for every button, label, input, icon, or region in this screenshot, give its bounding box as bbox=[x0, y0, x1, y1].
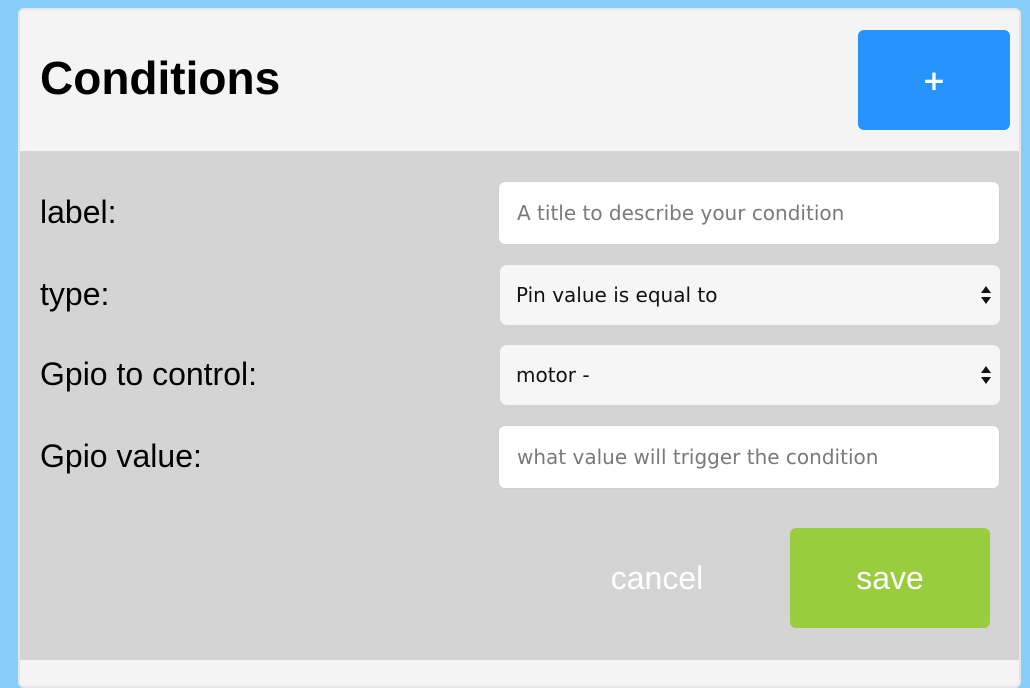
condition-form: label: type: Pin value is equal to Gpio … bbox=[20, 151, 1019, 660]
plus-icon: + bbox=[922, 63, 946, 97]
label-input[interactable] bbox=[498, 181, 1000, 245]
type-select-value: Pin value is equal to bbox=[516, 283, 718, 307]
add-condition-button[interactable]: + bbox=[858, 30, 1010, 130]
select-arrows-icon bbox=[981, 366, 991, 384]
gpio-value-field-label: Gpio value: bbox=[40, 438, 202, 474]
gpio-value-input[interactable] bbox=[498, 425, 1000, 489]
page-title: Conditions bbox=[40, 52, 281, 104]
type-field-label: type: bbox=[40, 276, 110, 312]
type-select[interactable]: Pin value is equal to bbox=[500, 265, 1000, 325]
select-arrows-icon bbox=[981, 286, 991, 304]
card-footer bbox=[20, 660, 1019, 686]
card-header: Conditions + bbox=[20, 10, 1019, 151]
save-button[interactable]: save bbox=[790, 528, 990, 628]
conditions-card: Conditions + label: type: Pin value is e… bbox=[18, 8, 1021, 688]
label-field-label: label: bbox=[40, 194, 117, 230]
cancel-button[interactable]: cancel bbox=[590, 528, 724, 628]
gpio-control-select-value: motor - bbox=[516, 363, 590, 387]
gpio-control-select[interactable]: motor - bbox=[500, 345, 1000, 405]
gpio-control-field-label: Gpio to control: bbox=[40, 356, 257, 392]
